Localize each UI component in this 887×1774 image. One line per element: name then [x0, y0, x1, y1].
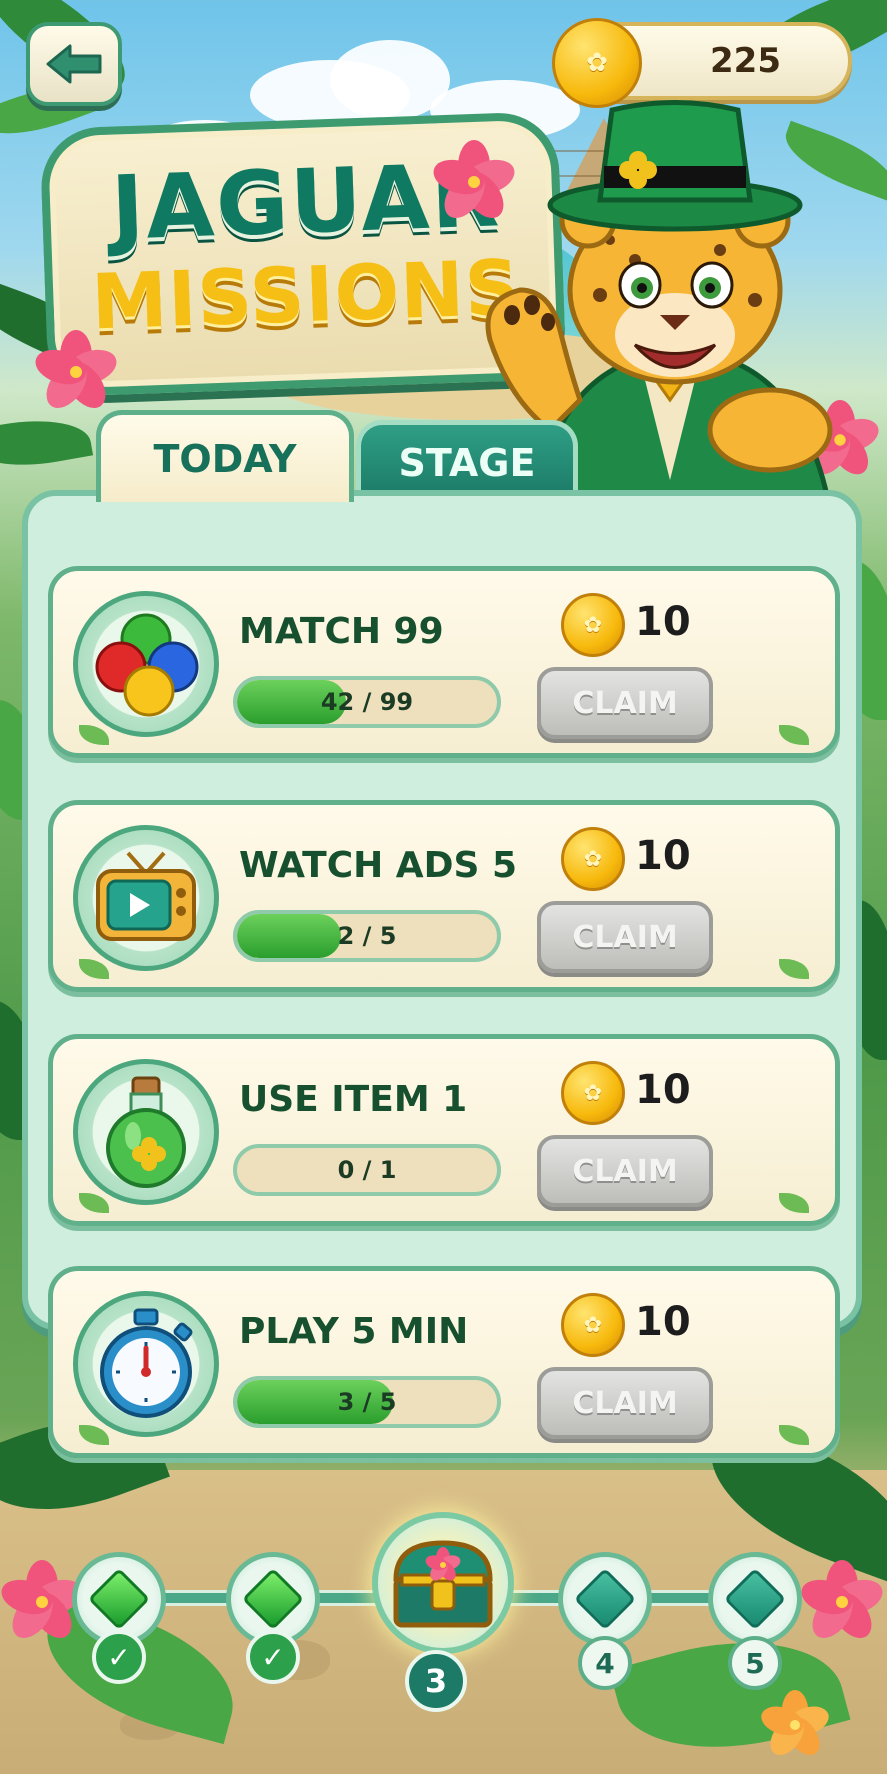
mission-progress-bar: 2 / 5 — [233, 910, 501, 962]
mission-card: PLAY 5 MIN 3 / 5 ✿ 10 CLAIM — [48, 1266, 840, 1458]
mission-card: USE ITEM 1 0 / 1 ✿ 10 CLAIM — [48, 1034, 840, 1226]
back-button[interactable] — [26, 22, 122, 106]
reward-amount: 10 — [635, 833, 691, 879]
reward-amount: 10 — [635, 599, 691, 645]
mission-progress-text: 2 / 5 — [337, 922, 397, 950]
green-gem-icon — [241, 1567, 305, 1631]
checkmark-icon: ✓ — [92, 1630, 146, 1684]
tv-play-icon — [96, 851, 196, 941]
stage-node-5[interactable] — [708, 1552, 802, 1646]
green-gem-icon — [87, 1567, 151, 1631]
claim-button[interactable]: CLAIM — [537, 1135, 713, 1207]
coin-icon: ✿ — [561, 827, 625, 891]
mission-title: WATCH ADS 5 — [239, 845, 518, 886]
tab-stage[interactable]: STAGE — [356, 420, 578, 500]
teal-gem-icon — [723, 1567, 787, 1631]
mission-progress-text: 42 / 99 — [320, 688, 414, 716]
coin-icon: ✿ — [552, 18, 642, 108]
mission-title: PLAY 5 MIN — [239, 1311, 469, 1352]
hibiscus-flower-icon — [761, 1690, 829, 1755]
mission-progress-text: 3 / 5 — [337, 1388, 397, 1416]
stage-number-badge: 4 — [578, 1636, 632, 1690]
potion-bottle-icon — [106, 1076, 186, 1188]
coin-icon: ✿ — [561, 1293, 625, 1357]
reward-amount: 10 — [635, 1067, 691, 1113]
mission-icon — [73, 1059, 219, 1205]
claim-button[interactable]: CLAIM — [537, 901, 713, 973]
mission-icon — [73, 1291, 219, 1437]
coin-icon: ✿ — [561, 1061, 625, 1125]
hibiscus-flower-icon — [801, 1560, 883, 1638]
colored-balls-icon — [95, 613, 199, 717]
mission-icon — [73, 591, 219, 737]
stage-node-4[interactable] — [558, 1552, 652, 1646]
coin-amount: 225 — [710, 41, 781, 81]
teal-gem-icon — [573, 1567, 637, 1631]
coin-counter: ✿ 225 — [552, 18, 852, 108]
mission-progress-bar: 3 / 5 — [233, 1376, 501, 1428]
claim-button[interactable]: CLAIM — [537, 667, 713, 739]
mission-card: WATCH ADS 5 2 / 5 ✿ 10 CLAIM — [48, 800, 840, 992]
mission-progress-text: 0 / 1 — [337, 1156, 397, 1184]
claim-button[interactable]: CLAIM — [537, 1367, 713, 1439]
stage-number-badge: 5 — [728, 1636, 782, 1690]
mission-title: MATCH 99 — [239, 611, 444, 652]
mission-progress-bar: 0 / 1 — [233, 1144, 501, 1196]
mission-progress-bar: 42 / 99 — [233, 676, 501, 728]
checkmark-icon: ✓ — [246, 1630, 300, 1684]
stopwatch-icon — [100, 1308, 193, 1418]
hibiscus-flower-icon — [35, 330, 117, 408]
mission-icon — [73, 825, 219, 971]
mission-title: USE ITEM 1 — [239, 1079, 468, 1120]
arrow-left-icon — [46, 44, 102, 84]
coin-icon: ✿ — [561, 593, 625, 657]
title-line-2: MISSIONS — [89, 242, 523, 347]
reward-amount: 10 — [635, 1299, 691, 1345]
mission-card: MATCH 99 42 / 99 ✿ 10 CLAIM — [48, 566, 840, 758]
stage-number-badge: 3 — [405, 1650, 467, 1712]
tab-today[interactable]: TODAY — [96, 410, 354, 502]
stage-node-3-chest[interactable] — [372, 1512, 514, 1654]
treasure-chest-icon — [393, 1540, 493, 1628]
